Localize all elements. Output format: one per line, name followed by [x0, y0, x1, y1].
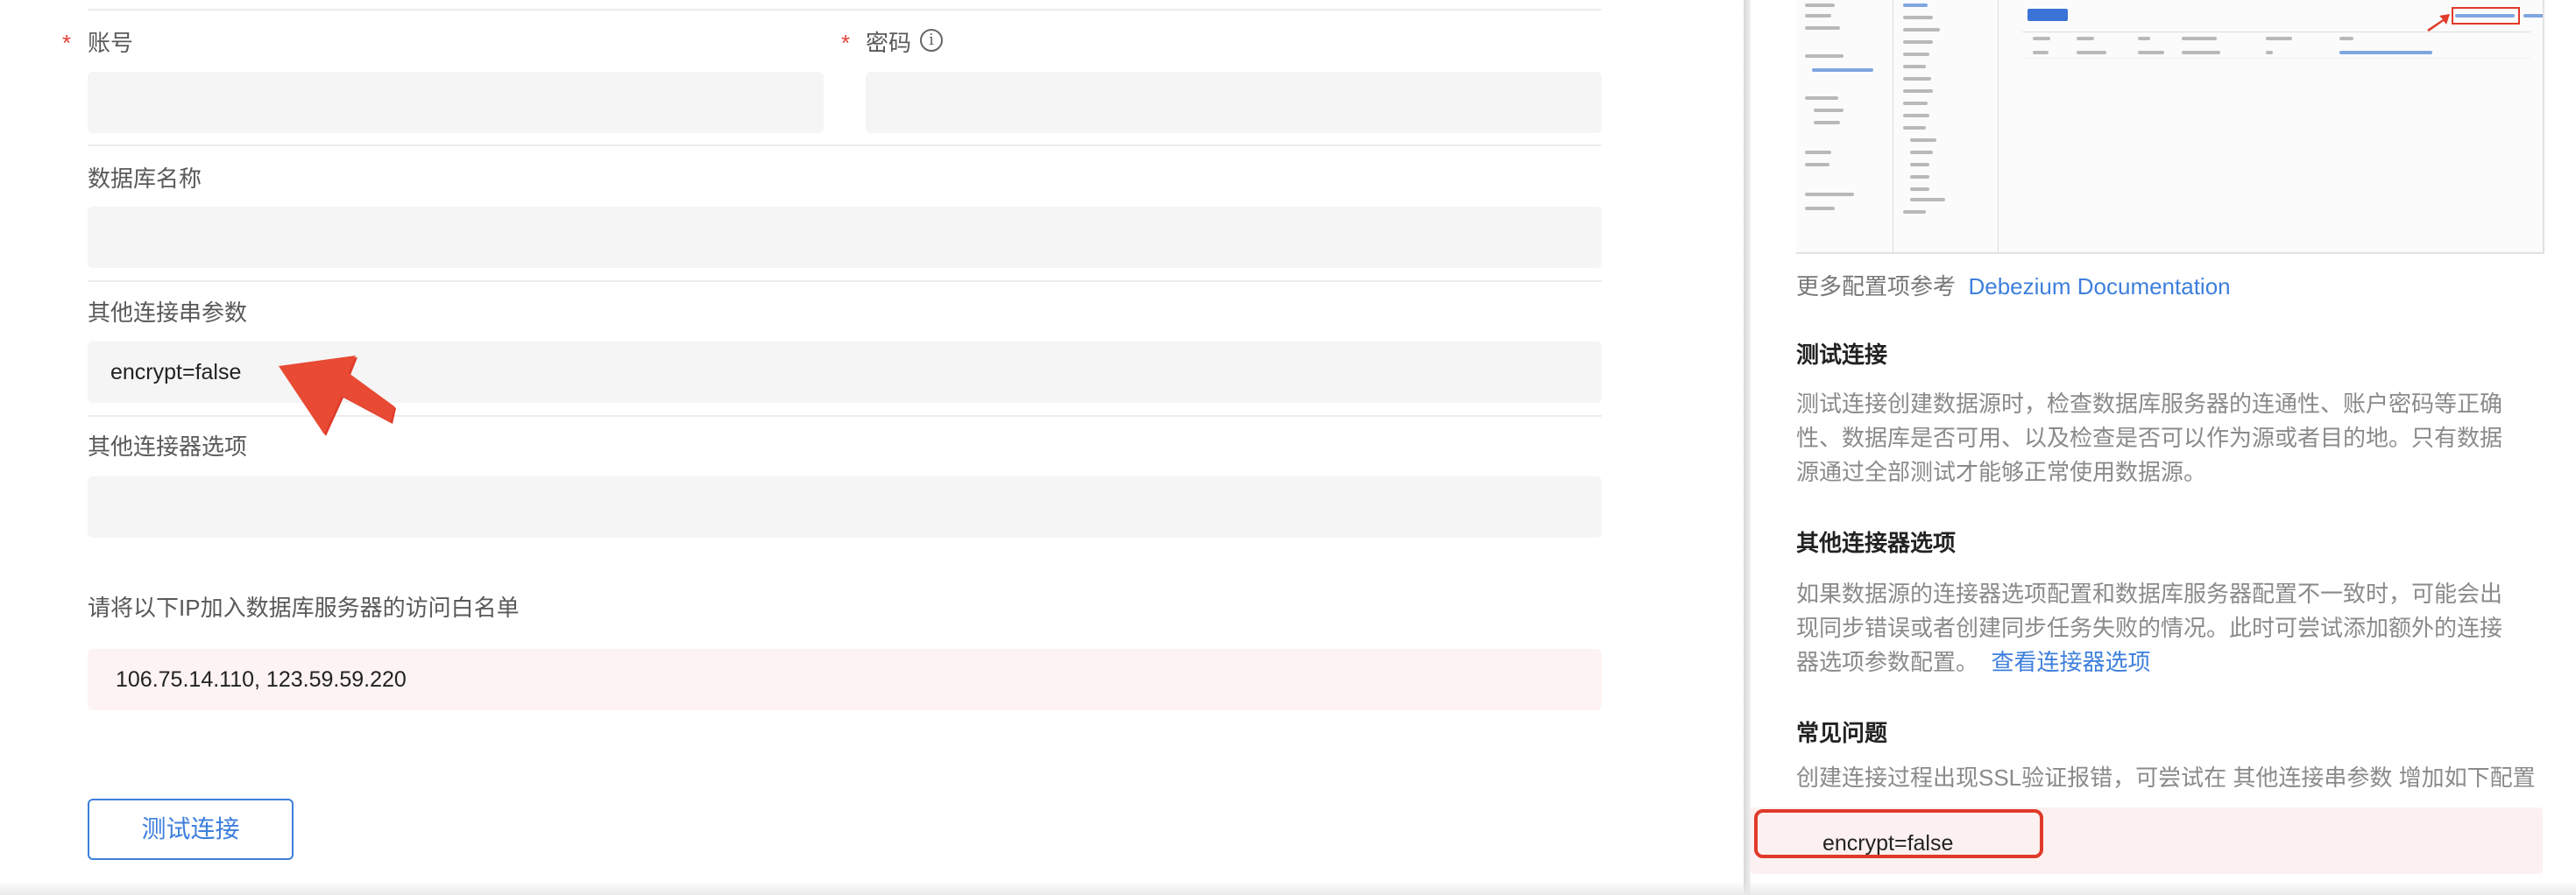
password-label: 密码: [866, 30, 912, 56]
thumb-subnav: [1894, 0, 1999, 252]
dbname-input[interactable]: [88, 207, 1602, 268]
view-connector-options-link[interactable]: 查看连接器选项: [1991, 649, 2150, 675]
whitelist-ip-box: 106.75.14.110, 123.59.59.220: [88, 649, 1602, 710]
help-panel: 更多配置项参考 Debezium Documentation 测试连接 测试连接…: [1751, 0, 2576, 895]
more-config-text: 更多配置项参考: [1796, 273, 1957, 300]
connector-opts-label: 其他连接器选项: [88, 433, 248, 460]
bottom-shadow: [0, 881, 2576, 895]
thumb-arrow: [2427, 14, 2450, 32]
whitelist-label: 请将以下IP加入数据库服务器的访问白名单: [88, 595, 520, 621]
row-divider: [88, 9, 1602, 11]
test-connection-button[interactable]: 测试连接: [88, 799, 294, 860]
datasource-form: * 账号 * 密码 i 数据库名称 其他连接串参数 encrypt=false …: [0, 0, 1744, 895]
info-icon[interactable]: i: [920, 29, 943, 52]
faq-title: 常见问题: [1796, 720, 1888, 746]
test-connection-title: 测试连接: [1796, 342, 1888, 368]
connector-opts-title: 其他连接器选项: [1796, 530, 1957, 556]
account-label: 账号: [88, 30, 134, 56]
account-input[interactable]: [88, 72, 824, 133]
red-arrow-annotation: [279, 356, 396, 436]
connector-opts-desc: 如果数据源的连接器选项配置和数据库服务器配置不一致时，可能会出现同步错误或者创建…: [1796, 577, 2523, 680]
dbname-label: 数据库名称: [88, 166, 202, 192]
row-divider: [88, 144, 1602, 146]
red-highlight-box: [1754, 809, 2043, 858]
thumb-sidebar: [1796, 0, 1893, 252]
debezium-doc-link[interactable]: Debezium Documentation: [1968, 273, 2230, 300]
thumb-highlight-box: [2452, 7, 2520, 25]
panel-divider[interactable]: [1744, 0, 1751, 895]
required-mark: *: [62, 30, 72, 56]
conn-params-label: 其他连接串参数: [88, 300, 248, 326]
test-connection-desc: 测试连接创建数据源时，检查数据库服务器的连通性、账户密码等正确性、数据库是否可用…: [1796, 391, 2503, 485]
connector-opts-input[interactable]: [88, 476, 1602, 538]
required-mark: *: [841, 30, 851, 56]
thumb-create-button: [2028, 9, 2068, 21]
help-screenshot-thumbnail: [1796, 0, 2544, 254]
password-input[interactable]: [866, 72, 1602, 133]
row-divider: [88, 280, 1602, 282]
faq-desc: 创建连接过程出现SSL验证报错，可尝试在 其他连接串参数 增加如下配置: [1796, 765, 2536, 791]
more-config-line: 更多配置项参考 Debezium Documentation: [1796, 270, 2523, 304]
